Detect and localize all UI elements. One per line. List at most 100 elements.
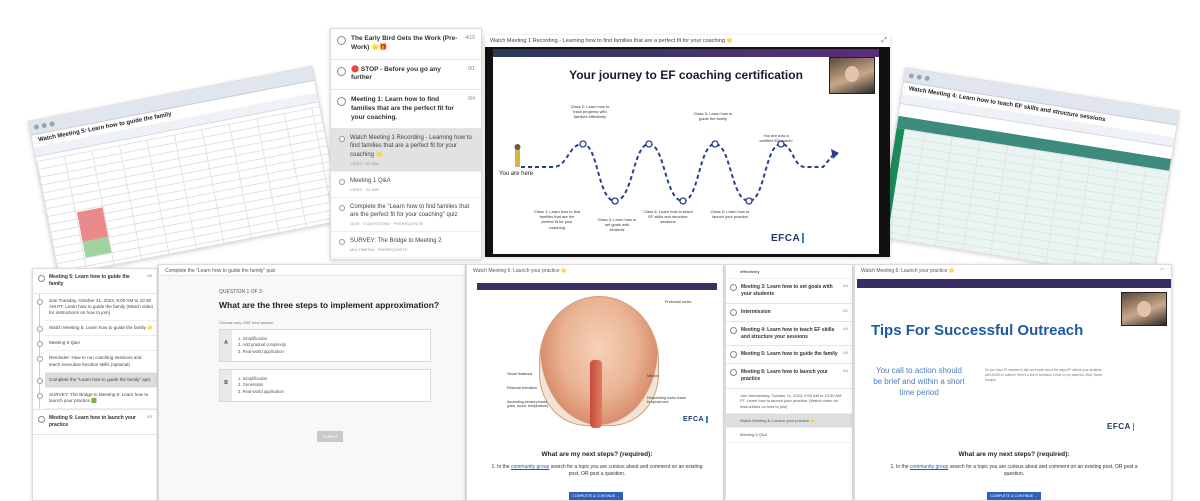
section-meeting-1[interactable]: Meeting 1: Learn how to find families th…: [331, 90, 481, 130]
section-title: Meeting 1: Learn how to find families th…: [351, 96, 454, 121]
lesson-item-join[interactable]: Join Tuesday, October 31, 2023, 9:00 AM …: [37, 294, 157, 322]
section-meeting-6[interactable]: Meeting 6: Learn how to launch your prac…: [726, 364, 852, 389]
section-count: 0/4: [842, 284, 848, 289]
quiz-panel: Complete the "Learn how to guide the fam…: [158, 264, 466, 501]
expand-icon[interactable]: ⤢: [881, 37, 887, 45]
brain-stem-illustration: [590, 360, 602, 428]
brain-label: Visual thalamus: [507, 372, 533, 376]
lesson-list: Join Tuesday, October 31, 2023, 9:00 AM …: [33, 293, 157, 410]
lesson-item-qa[interactable]: Meeting 1 Q&A VIDEO · 24 MIN: [331, 172, 481, 198]
option-line: 3. Real-world application: [238, 348, 284, 354]
journey-step-2: Class 2: Learn how to track progress wit…: [570, 104, 610, 120]
answer-option-b[interactable]: B 1. Simplification 2. Generation 3. Rea…: [219, 369, 431, 402]
section-count: 0/4: [468, 96, 475, 103]
lesson-meta: VIDEO · 24 MIN: [350, 186, 379, 192]
complete-continue-button[interactable]: COMPLETE & CONTINUE →: [569, 492, 623, 500]
video-player-outreach[interactable]: Tips For Successful Outreach You call to…: [857, 279, 1171, 445]
lesson-status-icon: [339, 238, 345, 245]
section-meeting-3[interactable]: Meeting 3: Learn how to set goals with y…: [726, 279, 852, 304]
journey-step-3: Class 3: Learn how to set goals with stu…: [597, 217, 637, 233]
lesson-item-qa[interactable]: Meeting 6 Q&A: [726, 428, 852, 443]
community-group-link[interactable]: community group: [511, 464, 549, 470]
lesson-item-effectively[interactable]: effectively: [726, 265, 852, 280]
efca-logo: EFCA: [1107, 422, 1134, 431]
lesson-meta: MULTIMEDIA · PREREQUISITE: [350, 247, 408, 253]
section-pre-work[interactable]: The Early Bird Gets the Work (Pre-Work) …: [331, 29, 481, 60]
next-steps-title: What are my next steps? (required):: [541, 451, 653, 458]
brain-label: Neuron: [647, 374, 659, 378]
next-steps-title: What are my next steps? (required):: [958, 451, 1070, 458]
section-count: 4/10: [465, 35, 475, 41]
section-intermission[interactable]: Intermission 0/1: [726, 304, 852, 322]
lesson-caption: Watch Meeting 6: Launch your practice 🌟: [473, 268, 568, 274]
brain-label: Descending motor tracts to spinal cord: [647, 396, 686, 405]
community-group-link[interactable]: community group: [910, 464, 948, 470]
course-sidebar-bottom: Meeting 5: Learn how to guide the family…: [32, 268, 158, 501]
lesson-item-watch[interactable]: Watch Meeting 5: Learn how to guide the …: [37, 321, 157, 337]
section-title: Meeting 5: Learn how to guide the family: [49, 274, 130, 287]
video-player-brain[interactable]: Prefrontal cortex Visual thalamus Reticu…: [477, 283, 717, 435]
presenter-avatar: [1137, 301, 1151, 317]
section-count: 0/3: [146, 415, 152, 420]
slide-body: You call to action should be brief and w…: [873, 366, 965, 397]
section-count: 0/4: [842, 326, 848, 331]
progress-circle-icon: [337, 66, 346, 76]
option-text: 1. Simplification 2. Add gradual complex…: [238, 336, 286, 355]
next-steps: What are my next steps? (required): 1. I…: [885, 451, 1143, 478]
lesson-panel-brain: Watch Meeting 6: Launch your practice 🌟 …: [466, 264, 724, 501]
section-meeting-6[interactable]: Meeting 6: Learn how to launch your prac…: [33, 409, 157, 435]
brain-label: Prefrontal cortex: [665, 300, 692, 304]
lesson-item-quiz[interactable]: Complete the "Learn how to find families…: [331, 198, 481, 232]
progress-circle-icon: [730, 326, 737, 334]
section-meeting-4[interactable]: Meeting 4: Learn how to teach EF skills …: [726, 322, 852, 347]
section-title: Meeting 4: Learn how to teach EF skills …: [741, 326, 835, 340]
wifi-icon: ◠: [1159, 268, 1165, 274]
video-player-journey[interactable]: Watch Meeting 1 Recording - Learning how…: [485, 35, 890, 257]
lesson-item-quiz[interactable]: Complete the "Learn how to guide the fam…: [37, 372, 157, 388]
option-letter: A: [220, 330, 232, 361]
section-count: 0/1: [842, 308, 848, 313]
lesson-item-reminder[interactable]: Reminder: How to run coaching sessions a…: [37, 351, 157, 373]
progress-circle-icon: [337, 97, 346, 107]
option-line: 3. Real-world application: [238, 388, 284, 394]
course-sidebar-top: The Early Bird Gets the Work (Pre-Work) …: [330, 28, 482, 260]
next-steps-body: 1. In the community group search for a t…: [487, 464, 707, 478]
brain-label: Ascending sensory tracts (pain, touch, t…: [507, 400, 549, 409]
next-steps-suffix: search for a topic you are curious about…: [949, 464, 1138, 477]
lesson-item-join[interactable]: Join Wednesday, October 11, 2023, 9:00 A…: [726, 389, 852, 415]
submit-button[interactable]: SUBMIT: [317, 431, 343, 442]
next-steps-suffix: search for a topic you are curious about…: [550, 464, 703, 477]
progress-circle-icon: [38, 275, 45, 282]
progress-circle-icon: [730, 308, 737, 316]
lesson-item-watch[interactable]: Watch Meeting 6: Launch your practice 🌟: [726, 414, 852, 429]
journey-step-5: Class 5: Learn how to guide the family: [693, 111, 733, 122]
efca-logo: EFCA: [683, 416, 708, 423]
lesson-title: Meeting 1 Q&A: [350, 177, 391, 184]
lesson-title: Watch Meeting 1 Recording - Learning how…: [350, 135, 472, 158]
section-stop[interactable]: 🔴 STOP - Before you go any further 0/1: [331, 60, 481, 91]
lesson-item-recording[interactable]: Watch Meeting 1 Recording - Learning how…: [331, 129, 481, 172]
progress-circle-icon: [730, 369, 737, 377]
next-steps-body: 1. In the community group search for a t…: [885, 464, 1143, 478]
complete-continue-button[interactable]: COMPLETE & CONTINUE →: [987, 492, 1041, 500]
next-steps-prefix: 1. In the: [491, 464, 510, 470]
journey-step-1: Class 1: Learn how to find families that…: [533, 209, 581, 230]
lesson-title: SURVEY: The Bridge to Meeting 2: [350, 237, 442, 244]
lesson-item-qa[interactable]: Meeting 5 Q&A: [37, 336, 157, 352]
journey-step-4: Class 4: Learn how to teach EF skills an…: [643, 209, 693, 225]
presenter-webcam: [1121, 292, 1167, 326]
journey-step-finish: You are now a certified EF coach!: [759, 133, 793, 144]
answer-option-a[interactable]: A 1. Simplification 2. Add gradual compl…: [219, 329, 431, 362]
slide-email-sample: Do you have 20 minutes to talk next week…: [985, 368, 1103, 382]
course-sidebar-mid: effectively Meeting 3: Learn how to set …: [725, 264, 853, 501]
section-title: Intermission: [741, 308, 771, 315]
lesson-meta: VIDEO · 52 MIN: [350, 160, 379, 166]
option-text: 1. Simplification 2. Generation 3. Real-…: [238, 376, 284, 395]
section-meeting-5[interactable]: Meeting 5: Learn how to guide the family…: [33, 269, 157, 294]
option-letter: B: [220, 370, 232, 401]
spreadsheet-screenshot-right: Watch Meeting 4: Learn how to teach EF s…: [878, 67, 1180, 281]
quiz-question: What are the three steps to implement ap…: [219, 299, 440, 310]
lesson-item-survey[interactable]: SURVEY: The Bridge to Meeting 2 MULTIMED…: [331, 232, 481, 259]
lesson-item-survey[interactable]: SURVEY: The Bridge to Meeting 6: Learn h…: [37, 388, 157, 410]
section-meeting-5[interactable]: Meeting 5: Learn how to guide the family…: [726, 346, 852, 365]
